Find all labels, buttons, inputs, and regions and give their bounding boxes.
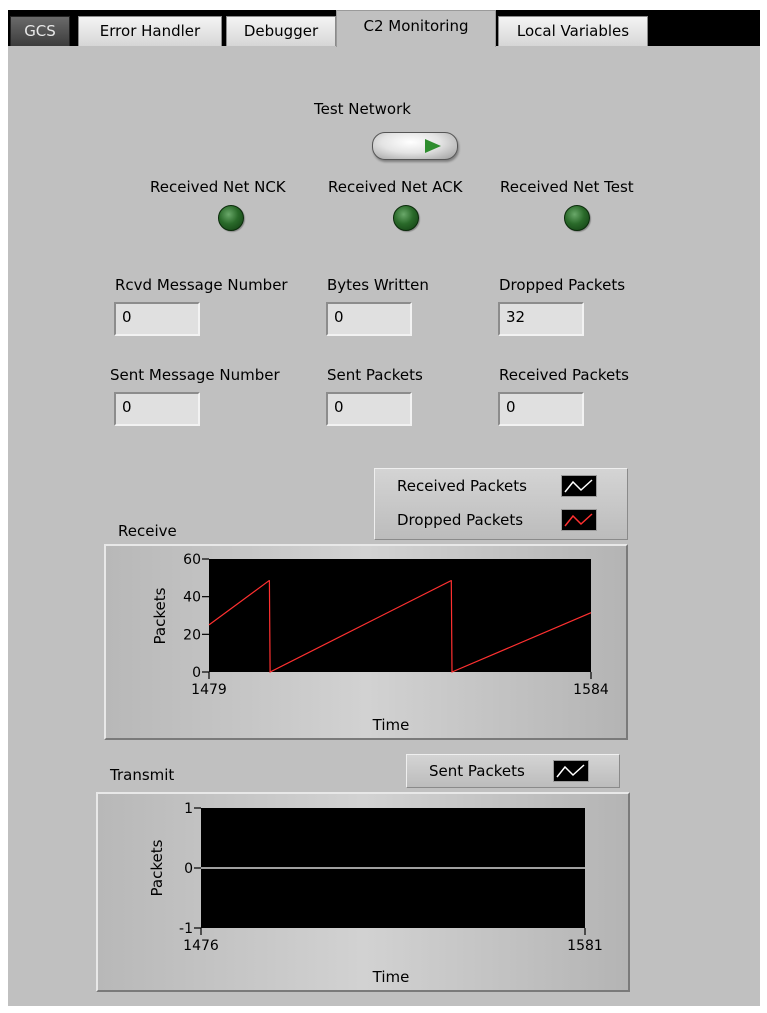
legend-sent-packets-label: Sent Packets	[429, 762, 525, 780]
bytes-written-field[interactable]: 0	[326, 302, 412, 336]
sent-packets-field[interactable]: 0	[326, 392, 412, 426]
sent-message-number-label: Sent Message Number	[110, 366, 280, 384]
legend-received-packets-swatch[interactable]	[561, 475, 597, 497]
tab-local-variables[interactable]: Local Variables	[498, 16, 648, 46]
receive-legend[interactable]: Received Packets Dropped Packets	[374, 468, 628, 540]
received-packets-field[interactable]: 0	[498, 392, 584, 426]
transmit-xtick-label: 1476	[183, 938, 219, 954]
rcvd-message-number-field[interactable]: 0	[114, 302, 200, 336]
transmit-ytick-label: 1	[184, 801, 193, 817]
tab-debugger[interactable]: Debugger	[226, 16, 336, 46]
receive-ylabel: Packets	[151, 587, 169, 644]
receive-ytick-label: 60	[183, 552, 201, 568]
receive-xlabel: Time	[372, 716, 410, 734]
sent-packets-label: Sent Packets	[327, 366, 423, 384]
transmit-xtick-label: 1581	[567, 938, 603, 954]
tab-c2-monitoring[interactable]: C2 Monitoring	[336, 10, 496, 47]
sent-message-number-field[interactable]: 0	[114, 392, 200, 426]
tab-error-handler[interactable]: Error Handler	[78, 16, 222, 46]
legend-dropped-packets-label: Dropped Packets	[397, 511, 524, 529]
window-title-fragment	[0, 0, 80, 4]
line-plot-icon	[564, 513, 593, 527]
receive-ytick-label: 20	[183, 627, 201, 643]
received-net-ack-label: Received Net ACK	[328, 178, 463, 196]
received-packets-label: Received Packets	[499, 366, 629, 384]
received-net-nck-led	[218, 205, 244, 231]
receive-ytick-label: 40	[183, 590, 201, 606]
transmit-chart-title: Transmit	[110, 766, 175, 784]
transmit-xlabel: Time	[372, 968, 410, 986]
receive-chart-title: Receive	[118, 522, 177, 540]
transmit-chart[interactable]: 1 0 -1 1476 1581 Packets Time	[96, 792, 630, 992]
bytes-written-label: Bytes Written	[327, 276, 429, 294]
transmit-ylabel: Packets	[148, 839, 166, 896]
transmit-ytick-label: 0	[184, 861, 193, 877]
legend-dropped-packets-swatch[interactable]	[561, 509, 597, 531]
receive-xtick-label: 1479	[191, 682, 227, 698]
legend-sent-packets-swatch[interactable]	[553, 760, 589, 782]
receive-xtick-label: 1584	[573, 682, 609, 698]
test-network-label: Test Network	[314, 100, 411, 118]
dropped-packets-field[interactable]: 32	[498, 302, 584, 336]
receive-ytick-label: 0	[192, 665, 201, 681]
line-plot-icon	[556, 764, 585, 778]
tab-gcs[interactable]: GCS	[10, 16, 70, 46]
receive-chart-svg: 60 40 20 0 1479 1584 Packets Time	[151, 552, 609, 734]
receive-plot-area	[209, 559, 591, 672]
received-net-test-led	[564, 205, 590, 231]
transmit-legend[interactable]: Sent Packets	[406, 754, 620, 788]
test-network-button[interactable]	[372, 132, 458, 160]
c2-monitoring-panel: Test Network Received Net NCK Received N…	[8, 46, 760, 1006]
play-arrow-icon	[425, 139, 441, 153]
legend-received-packets-label: Received Packets	[397, 477, 527, 495]
received-net-nck-label: Received Net NCK	[150, 178, 286, 196]
tab-bar: GCS Error Handler Debugger C2 Monitoring…	[8, 10, 760, 47]
transmit-chart-svg: 1 0 -1 1476 1581 Packets Time	[148, 801, 603, 986]
received-net-test-label: Received Net Test	[500, 178, 634, 196]
received-net-ack-led	[393, 205, 419, 231]
transmit-ytick-label: -1	[179, 921, 193, 937]
line-plot-icon	[564, 479, 593, 493]
rcvd-message-number-label: Rcvd Message Number	[115, 276, 288, 294]
dropped-packets-label: Dropped Packets	[499, 276, 626, 294]
receive-chart[interactable]: 60 40 20 0 1479 1584 Packets Time	[104, 544, 628, 740]
